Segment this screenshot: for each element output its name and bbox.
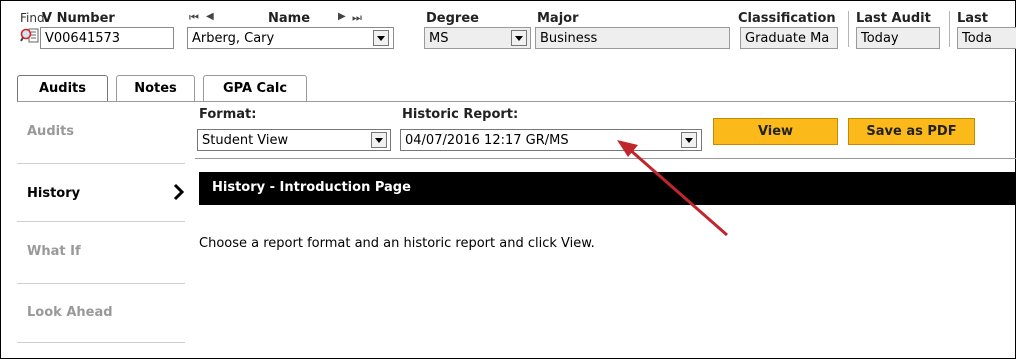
sidebar-divider (17, 221, 185, 222)
sidebar-item-what-if[interactable]: What If (27, 244, 81, 259)
column-divider (848, 11, 849, 47)
major-label: Major (537, 11, 579, 26)
sidebar-item-look-ahead[interactable]: Look Ahead (27, 305, 113, 320)
format-label: Format: (199, 107, 257, 122)
sidebar-divider (17, 342, 185, 343)
tab-underline (17, 101, 1016, 102)
v-number-field[interactable]: V00641573 (40, 27, 174, 49)
major-field: Business (535, 27, 730, 49)
chevron-right-icon (173, 183, 185, 201)
last-refresh-label: Last (957, 11, 989, 26)
sidebar-item-audits[interactable]: Audits (27, 124, 74, 139)
degree-label: Degree (426, 11, 479, 26)
classification-label: Classification (738, 11, 836, 26)
classification-field: Graduate Ma (740, 27, 838, 49)
tab-notes[interactable]: Notes (116, 75, 195, 102)
first-record-icon[interactable]: ⏮ (189, 11, 199, 25)
column-divider (949, 11, 950, 47)
historic-report-label: Historic Report: (402, 107, 519, 122)
degree-dropdown-icon[interactable] (511, 30, 527, 46)
find-label: Find (20, 11, 45, 25)
last-audit-label: Last Audit (856, 11, 931, 26)
sidebar-item-history[interactable]: History (27, 186, 80, 201)
name-dropdown-icon[interactable] (373, 30, 389, 46)
last-record-icon[interactable]: ⏭ (352, 11, 362, 25)
tab-audits[interactable]: Audits (17, 75, 108, 102)
format-select[interactable]: Student View (197, 129, 391, 151)
v-number-label: V Number (42, 11, 115, 26)
find-student-icon[interactable] (20, 26, 40, 46)
name-select[interactable]: Arberg, Cary (187, 27, 394, 49)
last-audit-field: Today (856, 27, 940, 49)
save-as-pdf-button[interactable]: Save as PDF (848, 118, 975, 145)
name-label: Name (268, 11, 311, 26)
section-title: History - Introduction Page (212, 180, 411, 195)
instructions-text: Choose a report format and an historic r… (199, 236, 595, 251)
tab-gpa-calc[interactable]: GPA Calc (203, 75, 307, 102)
annotation-arrow (617, 140, 728, 237)
last-refresh-field: Toda (957, 27, 1016, 49)
prev-record-icon[interactable]: ◀ (206, 11, 214, 22)
sidebar-divider (17, 163, 185, 164)
next-record-icon[interactable]: ▶ (338, 11, 346, 22)
format-dropdown-icon[interactable] (371, 132, 387, 148)
sidebar-divider (17, 283, 185, 284)
